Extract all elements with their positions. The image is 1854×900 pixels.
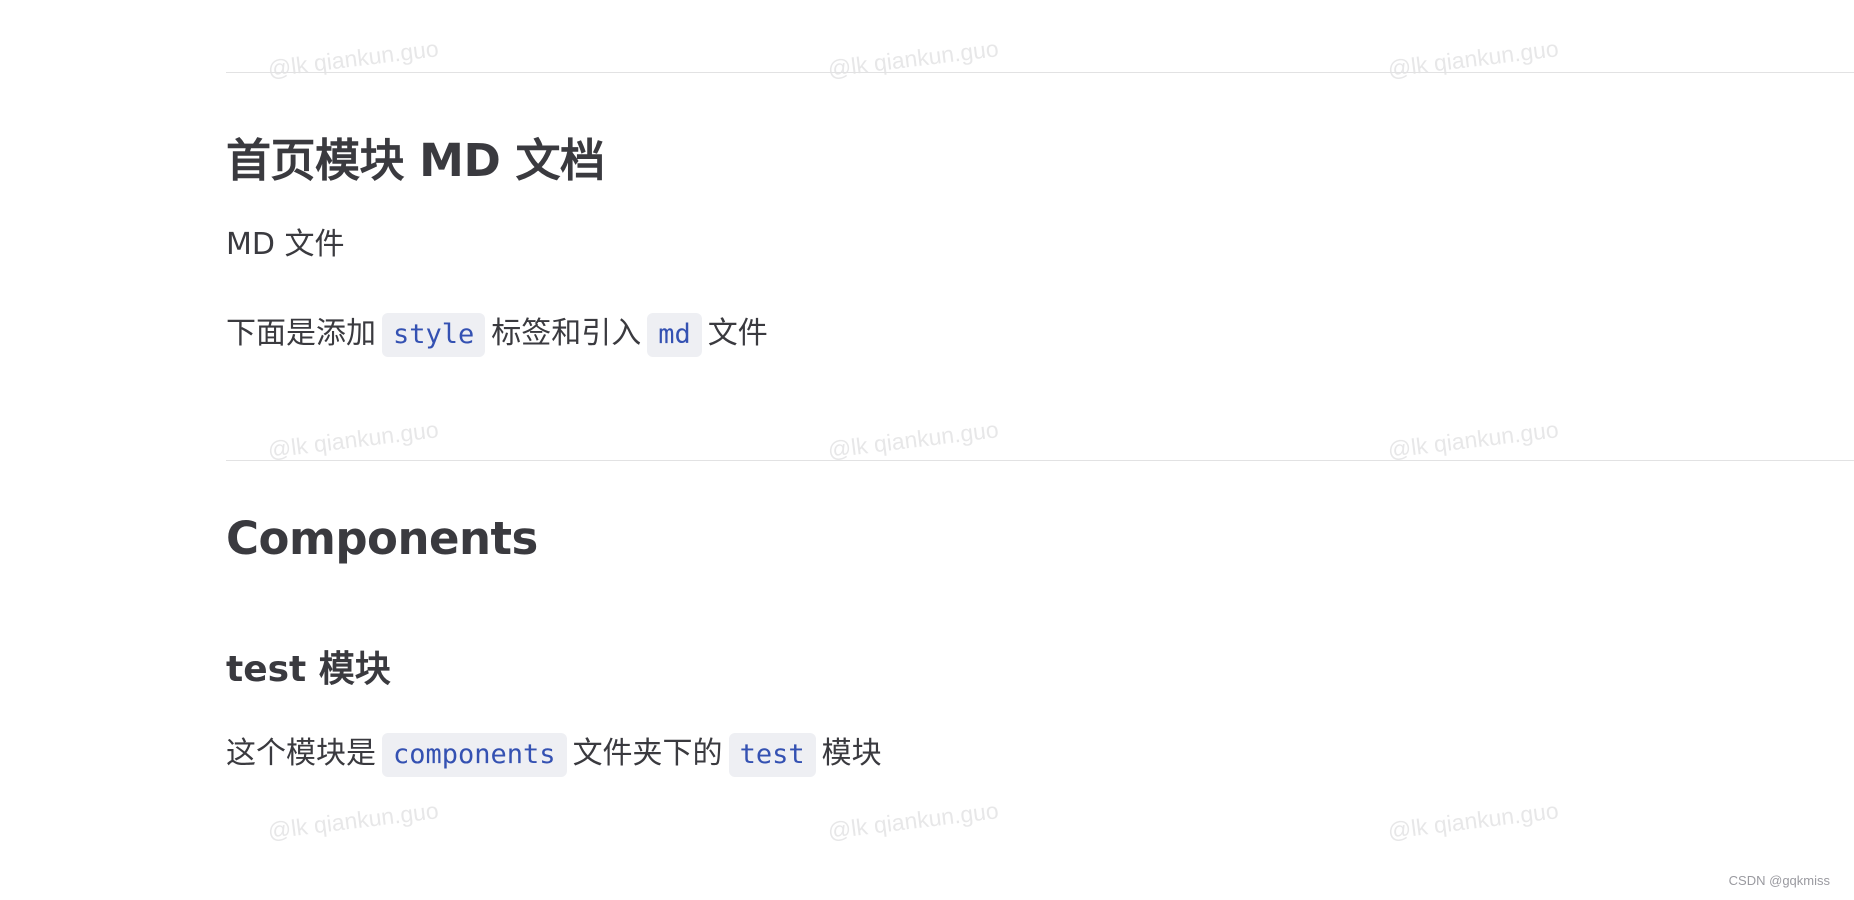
paragraph-text: 标签和引入 [491,316,642,351]
paragraph-text: 这个模块是 [226,736,376,771]
paragraph-style-md: 下面是添加 style 标签和引入 md 文件 [226,312,768,357]
page-title: 首页模块 MD 文档 [226,134,605,187]
watermark: @lk qiankun.guo [1386,416,1560,463]
inline-code-components: components [382,732,567,777]
inline-code-test: test [728,732,816,777]
section-divider [226,460,1854,461]
watermark: @lk qiankun.guo [826,416,1000,463]
watermark: @lk qiankun.guo [1386,797,1560,844]
watermark: @lk qiankun.guo [826,35,1000,82]
paragraph-text: 下面是添加 [226,316,376,351]
inline-code-style: style [382,312,486,357]
paragraph-md-file: MD 文件 [226,227,345,262]
watermark: @lk qiankun.guo [266,416,440,463]
inline-code-md: md [647,312,702,357]
watermark: @lk qiankun.guo [826,797,1000,844]
watermark: @lk qiankun.guo [266,35,440,82]
markdown-page: @lk qiankun.guo @lk qiankun.guo @lk qian… [0,0,1854,900]
watermark: @lk qiankun.guo [266,797,440,844]
watermark: @lk qiankun.guo [1386,35,1560,82]
paragraph-text: 文件 [707,316,768,351]
paragraph-text: 模块 [821,736,882,771]
credit-text: CSDN @gqkmiss [1728,873,1830,888]
paragraph-components-test: 这个模块是 components 文件夹下的 test 模块 [226,732,882,777]
paragraph-text: 文件夹下的 [572,736,723,771]
section-divider [226,72,1854,73]
components-heading: Components [226,512,538,565]
test-module-heading: test 模块 [226,649,391,690]
